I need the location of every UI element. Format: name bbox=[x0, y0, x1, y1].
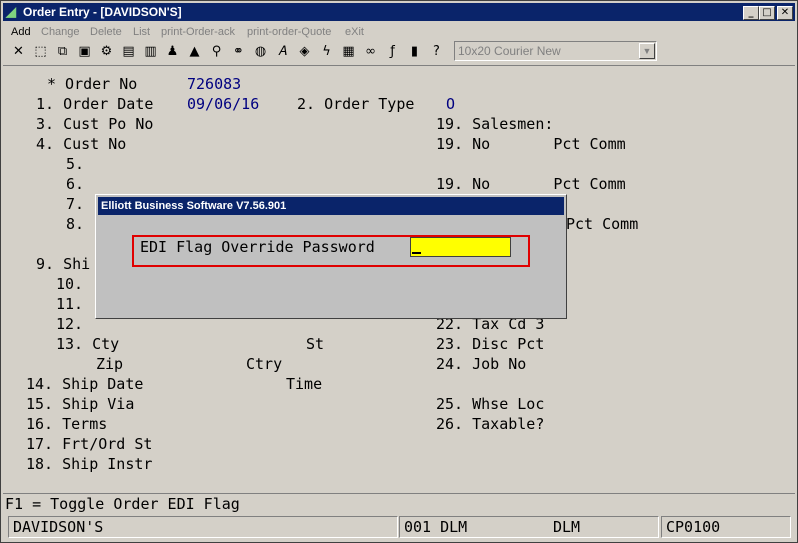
order-date-value: 09/06/16 bbox=[187, 95, 260, 113]
status-terminal: CP0100 bbox=[666, 518, 721, 536]
status-code-panel: 001 DLM DLM bbox=[399, 516, 659, 538]
menu-exit[interactable]: eXit bbox=[345, 26, 364, 38]
link-icon[interactable]: ∞ bbox=[361, 42, 380, 61]
menu-list[interactable]: List bbox=[133, 26, 150, 38]
order-type-label: 2. Order Type bbox=[297, 95, 415, 113]
paste-icon[interactable]: ▣ bbox=[75, 42, 94, 61]
search-icon[interactable]: ⚲ bbox=[207, 42, 226, 61]
report-icon[interactable]: ▮ bbox=[405, 42, 424, 61]
lightning-icon[interactable]: ϟ bbox=[317, 42, 336, 61]
maximize-button[interactable]: □ bbox=[759, 6, 775, 20]
toolbar: ✕ ⬚ ⧉ ▣ ⚙ ▤ ▥ ♟ ▲ ⚲ ⚭ ◍ 𝐴 ◈ ϟ ▦ ∞ ƒ ▮ ? … bbox=[3, 41, 795, 63]
city-label: 13. Cty bbox=[56, 335, 120, 353]
status-code: 001 DLM bbox=[404, 518, 468, 536]
menu-bar: Add Change Delete List print-Order-ack p… bbox=[3, 23, 795, 41]
binoculars-icon[interactable]: ⚭ bbox=[229, 42, 248, 61]
title-bar[interactable]: ◢ Order Entry - [DAVIDSON'S] _ □ ✕ bbox=[3, 3, 795, 21]
cust-po-label: 3. Cust Po No bbox=[36, 115, 154, 133]
freight-label: 17. Frt/Ord St bbox=[26, 435, 153, 453]
zip-label: Zip bbox=[96, 355, 124, 373]
font-select-value: 10x20 Courier New bbox=[458, 44, 561, 58]
app-icon: ◢ bbox=[6, 4, 16, 19]
window-title: Order Entry - [DAVIDSON'S] bbox=[23, 5, 182, 19]
field-8-label: 8. bbox=[66, 215, 85, 233]
dialog-title-bar[interactable]: Elliott Business Software V7.56.901 bbox=[98, 197, 564, 215]
status-company: DAVIDSON'S bbox=[13, 518, 104, 536]
status-bar: DAVIDSON'S 001 DLM DLM CP0100 bbox=[3, 515, 795, 539]
field-10-label: 10. bbox=[56, 275, 84, 293]
order-type-value: O bbox=[446, 95, 456, 113]
help-icon[interactable]: ? bbox=[427, 42, 446, 61]
menu-change[interactable]: Change bbox=[41, 26, 80, 38]
order-entry-window: ◢ Order Entry - [DAVIDSON'S] _ □ ✕ Add C… bbox=[0, 0, 798, 543]
password-input[interactable] bbox=[410, 237, 511, 257]
field-6-label: 6. bbox=[66, 175, 85, 193]
salesman-row-3-pct: Pct Comm bbox=[566, 215, 639, 233]
terms-label: 16. Terms bbox=[26, 415, 108, 433]
user-icon[interactable]: ♟ bbox=[163, 42, 182, 61]
dialog-title: Elliott Business Software V7.56.901 bbox=[101, 200, 287, 212]
menu-add[interactable]: Add bbox=[11, 26, 31, 38]
order-no-value: 726083 bbox=[187, 75, 242, 93]
status-terminal-panel: CP0100 bbox=[661, 516, 791, 538]
ship-instr-label: 18. Ship Instr bbox=[26, 455, 153, 473]
alert-icon[interactable]: ▲ bbox=[185, 42, 204, 61]
settings-icon[interactable]: ▤ bbox=[119, 42, 138, 61]
ship-date-label: 14. Ship Date bbox=[26, 375, 144, 393]
font-select[interactable]: 10x20 Courier New ▼ bbox=[454, 41, 657, 61]
calculator-icon[interactable]: ▦ bbox=[339, 42, 358, 61]
globe-icon[interactable]: ◍ bbox=[251, 42, 270, 61]
country-label: Ctry bbox=[246, 355, 283, 373]
chevron-down-icon[interactable]: ▼ bbox=[639, 43, 655, 59]
cust-no-label: 4. Cust No bbox=[36, 135, 127, 153]
password-dialog: Elliott Business Software V7.56.901 EDI … bbox=[95, 194, 567, 319]
function-key-bar: F1 = Toggle Order EDI Flag bbox=[3, 493, 795, 514]
disc-pct-label: 23. Disc Pct bbox=[436, 335, 545, 353]
macro-icon[interactable]: ◈ bbox=[295, 42, 314, 61]
field-5-label: 5. bbox=[66, 155, 85, 173]
status-user: DLM bbox=[553, 518, 581, 536]
font-icon[interactable]: 𝐴 bbox=[273, 42, 292, 61]
salesmen-label: 19. Salesmen: bbox=[436, 115, 554, 133]
copy-icon[interactable]: ⧉ bbox=[53, 42, 72, 61]
job-no-label: 24. Job No bbox=[436, 355, 527, 373]
text-cursor bbox=[412, 252, 421, 254]
function-key-hint: F1 = Toggle Order EDI Flag bbox=[5, 495, 240, 513]
salesman-row-2: 19. No Pct Comm bbox=[436, 175, 626, 193]
time-label: Time bbox=[286, 375, 323, 393]
function-icon[interactable]: ƒ bbox=[383, 42, 402, 61]
note-icon[interactable]: ▥ bbox=[141, 42, 160, 61]
whse-loc-label: 25. Whse Loc bbox=[436, 395, 545, 413]
order-date-label: 1. Order Date bbox=[36, 95, 154, 113]
menu-print-order-quote[interactable]: print-order-Quote bbox=[247, 26, 331, 38]
gear-icon[interactable]: ⚙ bbox=[97, 42, 116, 61]
field-7-label: 7. bbox=[66, 195, 85, 213]
menu-delete[interactable]: Delete bbox=[90, 26, 122, 38]
order-no-label: * Order No bbox=[47, 75, 138, 93]
field-11-label: 11. bbox=[56, 295, 84, 313]
state-label: St bbox=[306, 335, 325, 353]
taxable-label: 26. Taxable? bbox=[436, 415, 545, 433]
salesman-row-1: 19. No Pct Comm bbox=[436, 135, 626, 153]
field-12-label: 12. bbox=[56, 315, 84, 333]
menu-print-order-ack[interactable]: print-Order-ack bbox=[161, 26, 235, 38]
close-button[interactable]: ✕ bbox=[777, 6, 793, 20]
status-company-panel: DAVIDSON'S bbox=[8, 516, 398, 538]
ship-via-label: 15. Ship Via bbox=[26, 395, 135, 413]
minimize-button[interactable]: _ bbox=[743, 6, 759, 20]
select-icon[interactable]: ⬚ bbox=[31, 42, 50, 61]
close-icon[interactable]: ✕ bbox=[9, 42, 28, 61]
password-prompt: EDI Flag Override Password bbox=[140, 238, 375, 256]
field-9-label: 9. Shi bbox=[36, 255, 91, 273]
